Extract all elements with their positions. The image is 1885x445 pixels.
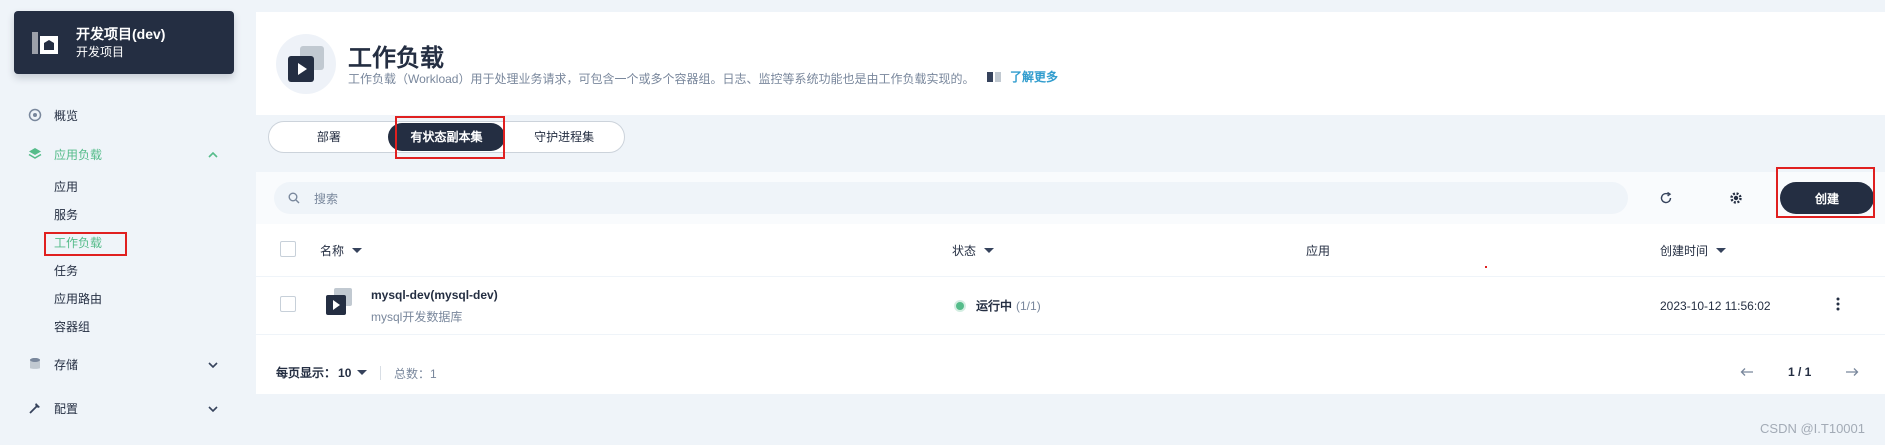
- workload-icon: [276, 34, 336, 94]
- column-label: 创建时间: [1660, 244, 1709, 258]
- sidebar-subitem-jobs[interactable]: 任务: [54, 262, 78, 280]
- per-page-value: 10: [338, 365, 352, 380]
- pager: 1 / 1: [1740, 364, 1859, 380]
- highlight-box-statefulsets: [395, 116, 505, 159]
- learn-more-label: 了解更多: [1010, 70, 1059, 84]
- book-icon: [986, 70, 1002, 84]
- total-count: 总数：1: [394, 365, 437, 382]
- per-page-label: 每页显示：: [276, 366, 337, 380]
- row-checkbox[interactable]: [280, 296, 296, 312]
- arrow-left-icon[interactable]: [1740, 364, 1754, 380]
- chevron-down-icon[interactable]: [208, 359, 218, 369]
- sidebar-subitem-services[interactable]: 服务: [54, 206, 78, 224]
- row-divider: [256, 334, 1885, 335]
- highlight-box-create: [1776, 167, 1875, 218]
- column-header-name[interactable]: 名称: [320, 242, 363, 259]
- search-icon: [288, 192, 300, 204]
- per-page-select[interactable]: 每页显示： 10: [276, 364, 368, 381]
- workload-description: mysql开发数据库: [371, 310, 463, 324]
- red-mark: [1485, 266, 1487, 268]
- status-count: (1/1): [1016, 298, 1041, 313]
- tab-daemonsets[interactable]: 守护进程集: [505, 123, 623, 151]
- search-input[interactable]: 搜索: [274, 182, 1628, 214]
- column-header-status[interactable]: 状态: [952, 242, 995, 259]
- app-workloads-icon: [28, 147, 42, 161]
- workload-name-link[interactable]: mysql-dev(mysql-dev): [371, 288, 498, 302]
- overview-icon: [28, 108, 42, 122]
- project-subtitle: 开发项目: [76, 44, 125, 59]
- column-label: 应用: [1306, 244, 1331, 258]
- page-header: 工作负载 工作负载（Workload）用于处理业务请求，可包含一个或多个容器组。…: [256, 12, 1885, 115]
- search-placeholder: 搜索: [314, 191, 339, 206]
- project-card[interactable]: 开发项目(dev) 开发项目: [14, 11, 234, 74]
- sidebar-item-overview[interactable]: 概览: [28, 105, 78, 125]
- column-label: 名称: [320, 244, 345, 258]
- more-icon[interactable]: [1830, 296, 1846, 312]
- column-header-app: 应用: [1306, 242, 1330, 259]
- chevron-up-icon[interactable]: [208, 149, 218, 159]
- refresh-icon[interactable]: [1654, 186, 1678, 210]
- sidebar-item-label: 配置: [54, 401, 79, 416]
- workload-icon: [322, 286, 356, 323]
- pagination-bar: 每页显示： 10 总数：1 1 / 1: [256, 350, 1885, 394]
- page-indicator: 1 / 1: [1788, 365, 1812, 379]
- config-icon: [28, 401, 42, 415]
- column-label: 状态: [952, 244, 977, 258]
- page-description: 工作负载（Workload）用于处理业务请求，可包含一个或多个容器组。日志、监控…: [348, 72, 975, 86]
- project-icon: [30, 28, 60, 58]
- learn-more-link[interactable]: 了解更多: [986, 68, 1058, 85]
- divider: [380, 366, 381, 380]
- caret-down-icon: [357, 370, 368, 375]
- toolbar: 搜索 创建: [256, 172, 1885, 224]
- sidebar-item-storage[interactable]: 存储: [28, 354, 78, 374]
- highlight-box-workloads: [44, 232, 127, 256]
- total-value: 1: [430, 367, 437, 381]
- sidebar-subitem-ingresses[interactable]: 应用路由: [54, 290, 102, 308]
- page-title: 工作负载: [348, 45, 444, 72]
- project-title: 开发项目(dev): [76, 25, 166, 42]
- sidebar-item-app-workloads[interactable]: 应用负载: [28, 144, 102, 164]
- row-divider: [256, 276, 1885, 277]
- storage-icon: [28, 357, 42, 371]
- status-label: 运行中: [976, 299, 1013, 313]
- caret-down-icon: [984, 248, 995, 253]
- watermark: CSDN @I.T10001: [1760, 421, 1865, 436]
- sidebar-subitem-apps[interactable]: 应用: [54, 178, 78, 196]
- column-header-created[interactable]: 创建时间: [1660, 242, 1727, 259]
- sidebar-item-label: 存储: [54, 357, 79, 372]
- tab-deployments[interactable]: 部署: [270, 123, 388, 151]
- sidebar-item-label: 应用负载: [54, 147, 103, 162]
- total-label: 总数：: [394, 367, 431, 381]
- status-badge: 运行中 (1/1): [956, 297, 1041, 314]
- gear-icon[interactable]: [1724, 186, 1748, 210]
- arrow-right-icon[interactable]: [1845, 364, 1859, 380]
- caret-down-icon: [352, 248, 363, 253]
- status-dot-icon: [956, 301, 964, 310]
- created-time: 2023-10-12 11:56:02: [1660, 299, 1771, 313]
- sidebar-subitem-pods[interactable]: 容器组: [54, 318, 90, 336]
- sidebar-item-label: 概览: [54, 108, 79, 123]
- sidebar-item-config[interactable]: 配置: [28, 398, 78, 418]
- chevron-down-icon[interactable]: [208, 403, 218, 413]
- select-all-checkbox[interactable]: [280, 241, 296, 257]
- caret-down-icon: [1716, 248, 1727, 253]
